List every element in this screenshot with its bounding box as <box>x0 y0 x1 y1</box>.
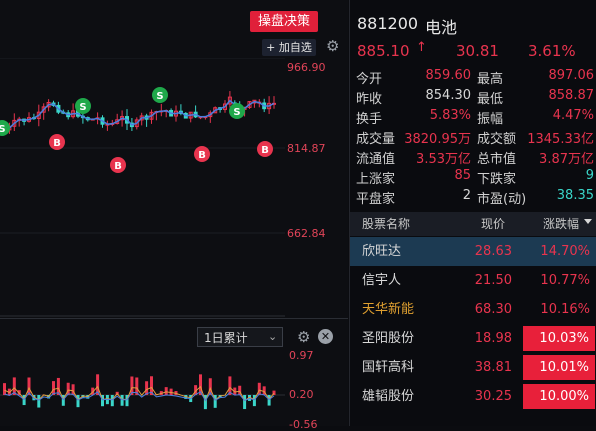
price-axis-mid: 814.87 <box>287 142 326 155</box>
pane-divider <box>0 318 348 319</box>
sort-desc-icon[interactable] <box>584 219 592 224</box>
stat-label: 上涨家 <box>356 168 395 187</box>
indicator-bar <box>243 395 246 409</box>
indicator-axis-mid: 0.20 <box>289 388 314 401</box>
stat-value: 2 <box>396 188 471 203</box>
stock-pct-cell: 10.01% <box>523 355 595 380</box>
signal-label: S <box>0 124 6 135</box>
signal-label: B <box>261 145 269 156</box>
chart-settings-gear-icon[interactable]: ⚙ <box>326 38 342 54</box>
col-header-price[interactable]: 现价 <box>481 212 505 236</box>
indicator-bar <box>111 395 114 406</box>
stat-label: 换手 <box>356 108 382 127</box>
candlestick-chart[interactable]: S S S S B B B B <box>0 58 285 318</box>
stock-price-cell: 38.81 <box>456 353 512 382</box>
stat-label: 下跌家 <box>477 168 516 187</box>
strategy-button[interactable]: 操盘决策 <box>250 11 318 32</box>
stock-name-cell[interactable]: 信宇人 <box>362 266 401 295</box>
indicator-bar <box>121 395 124 406</box>
stat-label: 平盘家 <box>356 188 395 207</box>
stock-name-cell[interactable]: 天华新能 <box>362 295 414 324</box>
stat-value: 85 <box>396 168 471 183</box>
arrow-up-icon: ↑ <box>416 40 427 55</box>
stock-pct-cell: 10.03% <box>523 326 595 351</box>
stat-value: 854.30 <box>396 88 471 103</box>
stat-value: 897.06 <box>520 68 594 83</box>
price-change-pct: 3.61% <box>528 42 576 60</box>
indicator-bar <box>165 387 168 395</box>
col-header-name[interactable]: 股票名称 <box>362 212 410 236</box>
stock-name: 电池 <box>425 14 457 38</box>
stat-value: 5.83% <box>396 108 471 123</box>
stat-label: 成交额 <box>477 128 516 147</box>
stock-pct-cell: 10.00% <box>523 384 595 409</box>
close-icon[interactable]: ✕ <box>318 329 333 344</box>
chevron-down-icon[interactable]: ⌄ <box>268 327 282 347</box>
stock-name-cell[interactable]: 圣阳股份 <box>362 324 414 353</box>
stat-value: 4.47% <box>520 108 594 123</box>
signal-label: S <box>233 107 240 118</box>
stat-label: 最高 <box>477 68 503 87</box>
stat-label: 今开 <box>356 68 382 87</box>
indicator-bar <box>77 395 80 407</box>
stat-label: 成交量 <box>356 128 395 147</box>
stock-pct-cell: 14.70% <box>528 237 590 266</box>
indicator-settings-gear-icon[interactable]: ⚙ <box>297 329 310 345</box>
indicator-histogram[interactable] <box>0 346 285 426</box>
stat-value: 858.87 <box>520 88 594 103</box>
signal-label: B <box>53 138 61 149</box>
stat-label: 流通值 <box>356 148 395 167</box>
stat-value: 38.35 <box>520 188 594 203</box>
stat-label: 最低 <box>477 88 503 107</box>
indicator-axis-low: -0.56 <box>289 418 317 431</box>
stock-price-cell: 18.98 <box>456 324 512 353</box>
stock-name-cell[interactable]: 欣旺达 <box>362 237 401 266</box>
signal-label: S <box>79 102 86 113</box>
stock-name-cell[interactable]: 国轩高科 <box>362 353 414 382</box>
stock-pct-cell: 10.16% <box>528 295 590 324</box>
signal-label: B <box>114 161 122 172</box>
stock-price-cell: 68.30 <box>456 295 512 324</box>
stat-value: 3820.95万 <box>396 128 471 147</box>
stock-name-cell[interactable]: 雄韬股份 <box>362 382 414 411</box>
indicator-axis-high: 0.97 <box>289 349 314 362</box>
stat-label: 总市值 <box>477 148 516 167</box>
stat-label: 昨收 <box>356 88 382 107</box>
signal-label: B <box>198 150 206 161</box>
stat-label: 振幅 <box>477 108 503 127</box>
stock-code: 881200 <box>357 14 418 33</box>
stock-price-cell: 30.25 <box>456 382 512 411</box>
stat-label: 市盈(动) <box>477 188 526 207</box>
indicator-bar <box>268 395 271 406</box>
price-axis-high: 966.90 <box>287 61 326 74</box>
indicator-bar <box>37 395 40 408</box>
price-change: 30.81 <box>456 42 499 60</box>
indicator-bar <box>67 383 70 395</box>
stat-value: 3.53万亿 <box>396 148 471 167</box>
stock-price-cell: 28.63 <box>456 237 512 266</box>
indicator-bar <box>3 383 6 395</box>
indicator-bar <box>170 389 173 395</box>
last-price: 885.10 <box>357 42 410 60</box>
stat-value: 9 <box>520 168 594 183</box>
stat-value: 859.60 <box>396 68 471 83</box>
signal-label: S <box>156 91 163 102</box>
col-header-pct[interactable]: 涨跌幅 <box>543 212 579 236</box>
stat-value: 3.87万亿 <box>520 148 594 167</box>
stat-value: 1345.33亿 <box>520 128 594 147</box>
stock-price-cell: 21.50 <box>456 266 512 295</box>
price-axis-low: 662.84 <box>287 227 326 240</box>
add-favorite-button[interactable]: + 加自选 <box>262 39 316 56</box>
stock-pct-cell: 10.77% <box>528 266 590 295</box>
